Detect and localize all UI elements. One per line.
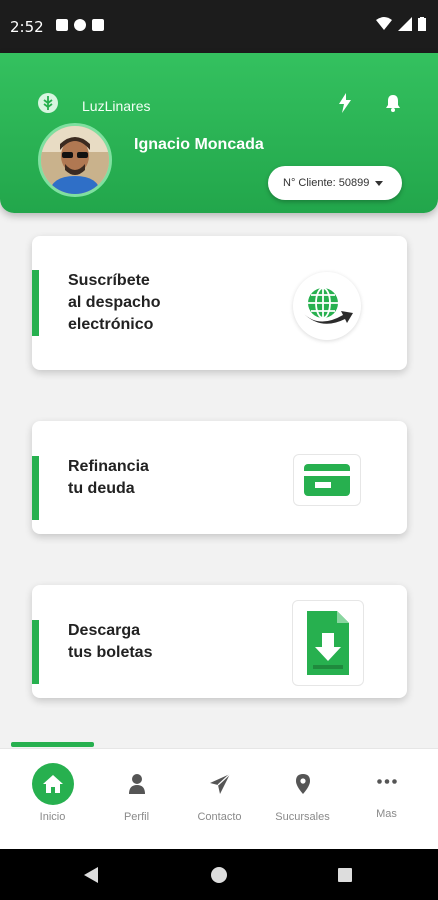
credit-card-icon	[293, 454, 361, 506]
electronic-dispatch-card[interactable]: Suscríbete al despacho electrónico	[32, 236, 407, 370]
recent-apps-icon[interactable]	[338, 868, 352, 882]
brand-name: LuzLinares	[82, 98, 151, 114]
user-photo	[41, 126, 109, 194]
wifi-icon	[376, 17, 392, 30]
status-time: 2:52	[10, 18, 44, 36]
download-document-icon	[292, 600, 364, 686]
battery-icon	[418, 17, 426, 31]
app-notification-icon	[56, 19, 68, 31]
bottom-navigation: Inicio Perfil Contacto Sucursales Mas	[0, 748, 438, 849]
nav-item-sucursales[interactable]: Sucursales	[259, 749, 346, 850]
notifications-button[interactable]	[381, 91, 405, 115]
back-icon[interactable]	[84, 867, 98, 883]
card-title: Descarga tus boletas	[68, 622, 153, 661]
active-tab-indicator	[11, 742, 94, 747]
refinance-debt-card[interactable]: Refinancia tu deuda	[32, 421, 407, 534]
avatar[interactable]	[38, 123, 112, 197]
more-dots-icon	[376, 777, 398, 785]
card-accent	[32, 270, 39, 336]
app-notification-icon	[74, 19, 86, 31]
globe-arrow-icon	[293, 272, 361, 340]
lightning-icon	[339, 93, 351, 113]
nav-label: Sucursales	[275, 811, 330, 823]
card-accent	[32, 620, 39, 684]
card-accent	[32, 456, 39, 520]
nav-item-contacto[interactable]: Contacto	[176, 749, 263, 850]
client-number-value: N° Cliente: 50899	[283, 177, 370, 189]
nav-item-perfil[interactable]: Perfil	[93, 749, 180, 850]
download-bills-card[interactable]: Descarga tus boletas	[32, 585, 407, 698]
location-pin-icon	[293, 773, 313, 795]
system-status-icons	[376, 17, 426, 31]
signal-icon	[398, 17, 412, 31]
nav-label: Perfil	[123, 811, 150, 823]
person-icon	[127, 773, 147, 795]
system-navigation-bar	[0, 849, 438, 900]
home-icon	[31, 763, 74, 805]
nav-label: Contacto	[197, 811, 242, 823]
nav-item-mas[interactable]: Mas	[343, 749, 430, 850]
chevron-down-icon	[375, 180, 384, 186]
nav-label: Mas	[376, 808, 397, 820]
user-name: Ignacio Moncada	[134, 136, 264, 153]
card-title: Suscríbete al despacho electrónico	[68, 272, 161, 333]
power-outage-button[interactable]	[333, 91, 357, 115]
profile-header: LuzLinares Ignacio Moncada N° Cliente: 5…	[0, 53, 438, 213]
sd-card-icon	[92, 19, 104, 31]
notification-icons	[56, 19, 104, 31]
paper-plane-icon	[209, 773, 231, 795]
home-button-icon[interactable]	[211, 867, 227, 883]
card-title: Refinancia tu deuda	[68, 458, 149, 497]
brand-logo-icon	[38, 93, 58, 113]
nav-label: Inicio	[39, 811, 66, 823]
status-bar: 2:52	[0, 0, 438, 53]
client-number-dropdown[interactable]: N° Cliente: 50899	[268, 166, 402, 200]
nav-item-inicio[interactable]: Inicio	[9, 749, 96, 850]
bell-icon	[386, 95, 400, 112]
